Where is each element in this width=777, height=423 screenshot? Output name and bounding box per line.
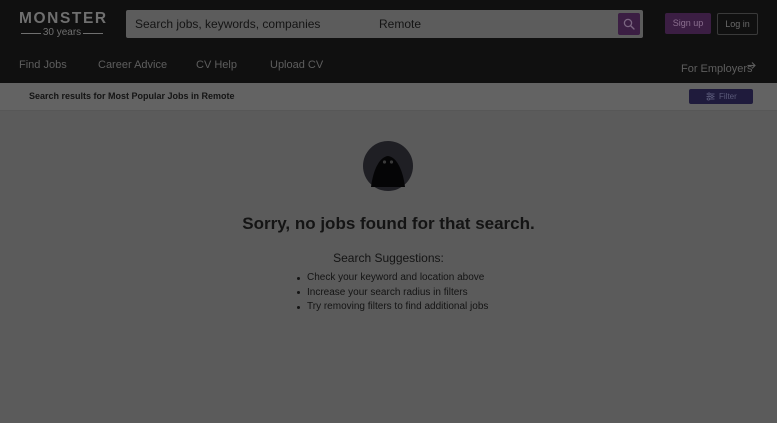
nav-upload-cv[interactable]: Upload CV — [270, 59, 323, 72]
nav-cv-help[interactable]: CV Help — [196, 59, 237, 72]
for-employers-label: For Employers — [681, 63, 753, 75]
search-bar — [126, 10, 643, 38]
suggestions-title: Search Suggestions: — [333, 251, 444, 265]
search-button[interactable] — [618, 13, 640, 35]
sign-up-button[interactable]: Sign up — [665, 13, 711, 34]
logo-wordmark: MONSTER — [19, 10, 108, 27]
keywords-input[interactable] — [126, 10, 370, 38]
no-results-title: Sorry, no jobs found for that search. — [242, 214, 535, 233]
monster-logo[interactable]: MONSTER 30 years — [19, 10, 108, 39]
logo-tagline: 30 years — [42, 27, 82, 38]
sliders-icon — [706, 92, 715, 101]
results-title: Search results for Most Popular Jobs in … — [29, 91, 235, 101]
monster-mascot-icon — [363, 141, 413, 191]
filter-button[interactable]: Filter — [689, 89, 753, 104]
log-in-button[interactable]: Log in — [717, 13, 758, 35]
arrow-right-icon — [747, 62, 756, 69]
search-icon — [623, 18, 635, 30]
filter-label: Filter — [719, 92, 737, 101]
results-bar: Search results for Most Popular Jobs in … — [0, 83, 777, 111]
nav-career-advice[interactable]: Career Advice — [98, 59, 167, 72]
location-input[interactable] — [371, 10, 611, 38]
suggestions-list: Check your keyword and location above In… — [296, 271, 488, 315]
list-item: Check your keyword and location above — [296, 271, 488, 286]
list-item: Increase your search radius in filters — [296, 286, 488, 301]
nav-find-jobs[interactable]: Find Jobs — [19, 59, 67, 72]
list-item: Try removing filters to find additional … — [296, 300, 488, 315]
for-employers-link[interactable]: For Employers — [681, 59, 756, 75]
site-header: MONSTER 30 years Sign up Log in Find Job… — [0, 0, 777, 83]
